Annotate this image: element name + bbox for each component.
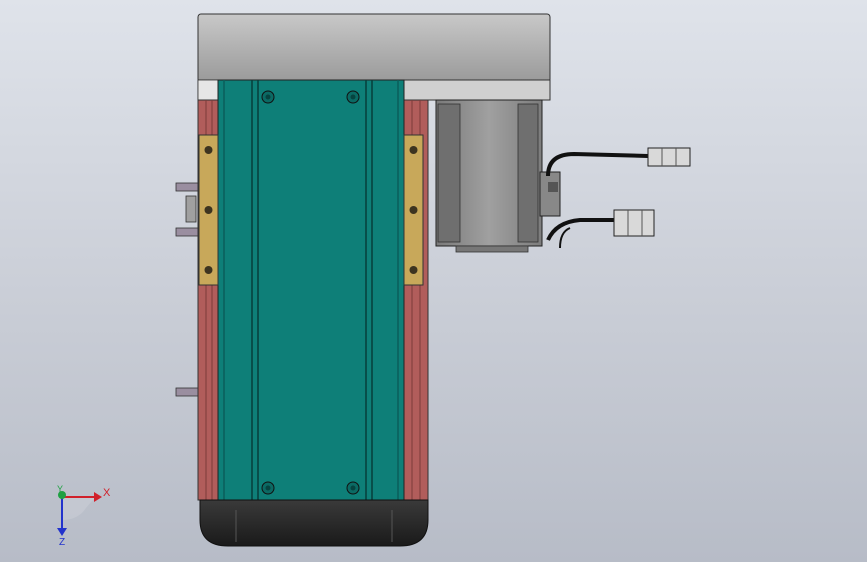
motor-connectors [613,147,691,237]
coordinate-triad [57,491,102,536]
triad-z-label: Z [59,537,66,548]
bottom-end-cap [199,499,429,547]
left-brass-bracket [198,134,219,286]
teal-carriage-body [217,79,405,511]
right-brass-bracket [403,134,424,286]
cad-model-view[interactable] [0,0,867,562]
graphics-viewport[interactable]: X Y Z [0,0,867,562]
servo-motor [435,99,561,253]
left-side-studs [175,182,199,397]
triad-y-label: Y [57,484,64,494]
triad-x-label: X [103,487,111,499]
